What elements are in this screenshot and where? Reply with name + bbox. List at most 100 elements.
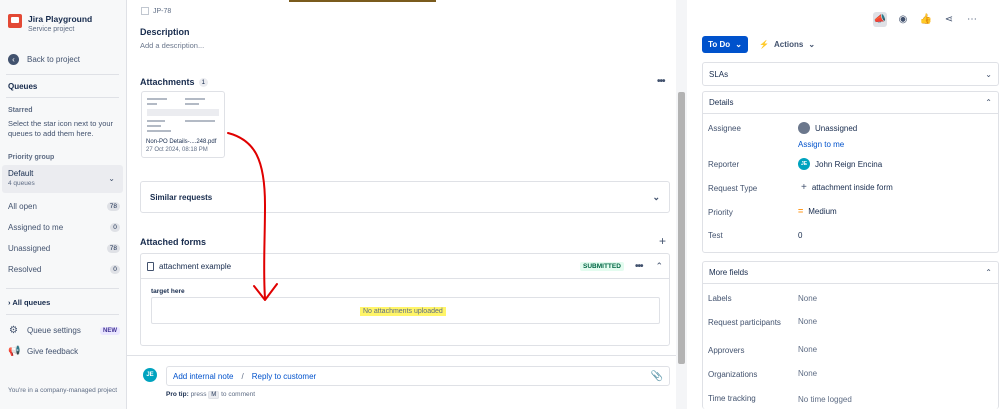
pdf-preview	[145, 96, 221, 134]
form-icon	[147, 261, 154, 271]
project-name: Jira Playground	[28, 14, 93, 24]
starred-description: Select the star icon next to your queues…	[8, 119, 114, 138]
eye-icon[interactable]: ◉	[896, 12, 910, 27]
plus-icon: +	[801, 182, 807, 193]
similar-requests-panel[interactable]: Similar requests ⌄	[140, 181, 670, 213]
slas-header: SLAs ⌄	[703, 63, 998, 85]
test-field[interactable]: 0	[798, 231, 802, 240]
assignee-field[interactable]: Unassigned	[798, 122, 857, 134]
queue-item-unassigned[interactable]: Unassigned 78	[8, 244, 120, 253]
megaphone-icon[interactable]: 📣	[873, 12, 887, 27]
slas-panel[interactable]: SLAs ⌄	[702, 62, 999, 86]
queue-settings-link[interactable]: ⚙ Queue settings NEW	[8, 325, 120, 336]
assignee-label: Assignee	[708, 124, 741, 133]
user-icon	[798, 122, 810, 134]
priority-field[interactable]: = Medium	[798, 206, 837, 216]
details-header[interactable]: Details ⌃	[703, 92, 998, 114]
approvers-label: Approvers	[708, 346, 745, 355]
queue-label: Resolved	[8, 265, 42, 274]
give-feedback-link[interactable]: 📢 Give feedback	[8, 346, 120, 357]
pro-tip-press: press	[190, 391, 207, 398]
reporter-value: John Reign Encina	[815, 159, 883, 169]
attachment-field[interactable]: No attachments uploaded	[151, 297, 660, 324]
approvers-field[interactable]: None	[798, 345, 817, 354]
comment-box[interactable]: Add internal note / Reply to customer 📎	[166, 366, 670, 386]
time-tracking-field[interactable]: No time logged	[798, 395, 852, 404]
more-icon[interactable]: ⋯	[965, 12, 979, 27]
priority-group-value: Default	[8, 169, 34, 178]
attachments-more-button[interactable]: •••	[657, 76, 665, 87]
comment-separator: /	[241, 371, 244, 381]
description-title: Description	[140, 27, 190, 37]
more-fields-header[interactable]: More fields ⌃	[703, 262, 998, 284]
labels-label: Labels	[708, 294, 732, 303]
share-icon[interactable]: ⋖	[942, 12, 956, 27]
priority-group-toggle[interactable]: Default 4 queues ⌄	[2, 165, 123, 193]
thumbs-up-icon[interactable]: 👍	[919, 12, 933, 27]
breadcrumb[interactable]: JP-78	[141, 7, 171, 15]
chevron-up-icon[interactable]: ⌃	[655, 261, 663, 272]
actions-dropdown[interactable]: ⚡ Actions ⌄	[759, 36, 815, 53]
top-line	[127, 0, 676, 2]
empty-attachments-text: No attachments uploaded	[360, 307, 446, 316]
form-card: attachment example SUBMITTED ••• ⌃ targe…	[140, 253, 670, 346]
queue-count: 78	[106, 244, 120, 253]
priority-value: Medium	[808, 206, 837, 216]
avatar: JE	[798, 158, 810, 170]
back-label: Back to project	[27, 55, 80, 64]
assignee-value: Unassigned	[815, 123, 858, 133]
pro-tip-suffix: to comment	[221, 391, 256, 398]
managed-project-note: You're in a company-managed project	[8, 387, 118, 394]
description-field[interactable]: Add a description...	[140, 41, 204, 50]
queue-count: 0	[110, 223, 120, 232]
request-participants-field[interactable]: None	[798, 317, 817, 326]
project-header[interactable]: Jira Playground Service project	[8, 14, 92, 33]
queue-label: Unassigned	[8, 244, 51, 253]
pro-tip: Pro tip: press M to comment	[166, 391, 256, 399]
chevron-up-icon: ⌃	[985, 268, 992, 277]
divider	[6, 74, 119, 75]
issue-main: JP-78 Description Add a description... A…	[127, 0, 676, 409]
details-panel: Details ⌃	[702, 91, 999, 253]
chevron-down-icon: ⌄	[808, 40, 816, 49]
chevron-down-icon: ⌄	[108, 174, 115, 183]
organizations-field[interactable]: None	[798, 369, 817, 378]
attachment-card[interactable]: Non-PO Details-....248.pdf 27 Oct 2024, …	[141, 91, 225, 158]
form-more-button[interactable]: •••	[635, 261, 643, 272]
queue-count: 78	[106, 202, 120, 211]
pro-tip-label: Pro tip:	[166, 391, 189, 398]
priority-group-title: Priority group	[8, 154, 55, 161]
arrow-left-icon: ‹	[8, 54, 19, 65]
scrollbar-thumb[interactable]	[678, 92, 685, 364]
status-badge: SUBMITTED	[580, 261, 624, 271]
chevron-up-icon: ⌃	[985, 98, 992, 107]
more-fields-panel: More fields ⌃	[702, 261, 999, 409]
paperclip-icon[interactable]: 📎	[651, 371, 663, 382]
queue-item-assigned-to-me[interactable]: Assigned to me 0	[8, 223, 120, 232]
issue-key: JP-78	[153, 7, 172, 15]
status-dropdown[interactable]: To Do ⌄	[702, 36, 748, 53]
assign-to-me-link[interactable]: Assign to me	[798, 140, 844, 149]
actions-label: Actions	[773, 40, 804, 49]
status-label: To Do	[708, 40, 731, 49]
gear-icon: ⚙	[9, 325, 18, 336]
new-badge: NEW	[100, 326, 120, 335]
queue-item-resolved[interactable]: Resolved 0	[8, 265, 120, 274]
request-participants-label: Request participants	[708, 318, 781, 327]
details-title: Details	[709, 98, 734, 107]
request-type-field[interactable]: + attachment inside form	[801, 182, 893, 193]
form-header[interactable]: attachment example SUBMITTED ••• ⌃	[141, 254, 669, 279]
queue-item-all-open[interactable]: All open 78	[8, 202, 120, 211]
labels-field[interactable]: None	[798, 294, 817, 303]
back-to-project-link[interactable]: ‹ Back to project	[8, 54, 80, 65]
reporter-field[interactable]: JE John Reign Encina	[798, 158, 882, 170]
add-internal-note-button[interactable]: Add internal note	[173, 372, 234, 381]
priority-label: Priority	[708, 208, 733, 217]
divider	[6, 97, 119, 98]
add-form-button[interactable]: +	[659, 234, 666, 248]
similar-requests-label: Similar requests	[150, 192, 213, 202]
request-type-label: Request Type	[708, 184, 758, 193]
all-queues-toggle[interactable]: › All queues	[8, 298, 50, 307]
more-fields-title: More fields	[709, 268, 749, 277]
reply-to-customer-button[interactable]: Reply to customer	[252, 372, 316, 381]
